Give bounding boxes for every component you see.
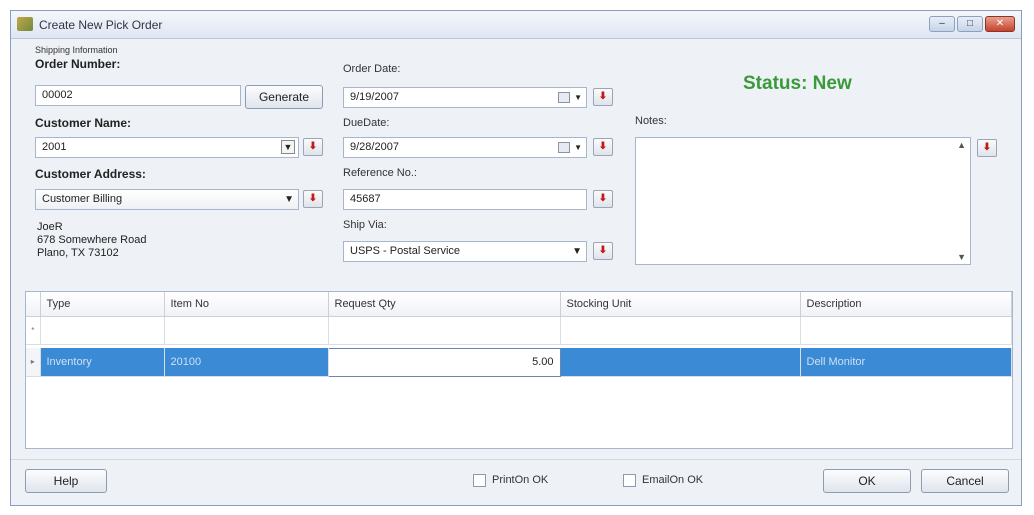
pin-reference-icon[interactable]: ⬇ xyxy=(593,190,613,208)
ok-button[interactable]: OK xyxy=(823,469,911,493)
order-date-picker[interactable]: 9/19/2007 ▼ xyxy=(343,87,587,108)
notes-textarea[interactable]: ▲ ▼ xyxy=(635,137,971,265)
customer-address-block: JoeR 678 Somewhere Road Plano, TX 73102 xyxy=(37,221,146,260)
address-line-name: JoeR xyxy=(37,221,63,233)
cell-description[interactable]: Dell Monitor xyxy=(800,348,1012,377)
print-on-ok-label: PrintOn OK xyxy=(492,474,549,486)
column-header-type[interactable]: Type xyxy=(40,292,165,317)
customer-address-value: Customer Billing xyxy=(42,193,123,205)
pin-customer-address-icon[interactable]: ⬇ xyxy=(303,190,323,208)
status-badge: Status: New xyxy=(743,73,852,94)
notes-label: Notes: xyxy=(635,115,667,127)
table-row[interactable]: ▸ Inventory 20100 5.00 Dell Monitor xyxy=(26,347,1012,377)
maximize-button[interactable]: □ xyxy=(957,16,983,32)
chevron-down-icon[interactable]: ▼ xyxy=(572,242,582,261)
chevron-down-icon[interactable]: ▼ xyxy=(284,190,294,209)
chevron-down-icon[interactable]: ▼ xyxy=(281,140,295,154)
cell-request-qty[interactable]: 5.00 xyxy=(327,347,561,377)
new-row[interactable]: * xyxy=(26,316,1012,345)
scroll-up-icon[interactable]: ▲ xyxy=(957,140,966,150)
customer-name-label: Customer Name: xyxy=(35,116,132,130)
items-grid[interactable]: Type Item No Request Qty Stocking Unit D… xyxy=(25,291,1013,449)
cell-type[interactable]: Inventory xyxy=(40,348,165,377)
print-on-ok-checkbox[interactable] xyxy=(473,474,486,487)
app-icon xyxy=(17,17,33,31)
shipping-info-group-label: Shipping Information xyxy=(35,45,118,55)
reference-input[interactable]: 45687 xyxy=(343,189,587,210)
calendar-icon[interactable] xyxy=(558,92,570,103)
pin-customer-name-icon[interactable]: ⬇ xyxy=(303,138,323,156)
order-date-value: 9/19/2007 xyxy=(350,91,399,103)
customer-name-combo[interactable]: 2001 ▼ xyxy=(35,137,299,158)
address-line-city: Plano, TX 73102 xyxy=(37,247,119,259)
calendar-icon[interactable] xyxy=(558,142,570,153)
table-cell[interactable] xyxy=(560,316,801,345)
pin-due-date-icon[interactable]: ⬇ xyxy=(593,138,613,156)
footer-divider xyxy=(11,459,1021,460)
create-pick-order-dialog: Create New Pick Order – □ ✕ Shipping Inf… xyxy=(10,10,1022,506)
column-header-description[interactable]: Description xyxy=(800,292,1012,317)
close-button[interactable]: ✕ xyxy=(985,16,1015,32)
table-cell[interactable] xyxy=(328,316,561,345)
cancel-button[interactable]: Cancel xyxy=(921,469,1009,493)
table-cell[interactable] xyxy=(164,316,329,345)
table-cell[interactable] xyxy=(40,316,165,345)
column-header-request-qty[interactable]: Request Qty xyxy=(328,292,561,317)
pin-notes-icon[interactable]: ⬇ xyxy=(977,139,997,157)
cell-stocking-unit[interactable] xyxy=(560,348,801,377)
address-line-street: 678 Somewhere Road xyxy=(37,234,147,246)
ship-via-label: Ship Via: xyxy=(343,219,387,231)
chevron-down-icon[interactable]: ▼ xyxy=(574,138,582,157)
customer-address-label: Customer Address: xyxy=(35,167,146,181)
order-number-label: Order Number: xyxy=(35,57,121,71)
reference-label: Reference No.: xyxy=(343,167,417,179)
due-date-label: DueDate: xyxy=(343,117,390,129)
table-cell[interactable] xyxy=(800,316,1012,345)
column-header-stocking-unit[interactable]: Stocking Unit xyxy=(560,292,801,317)
order-number-input[interactable]: 00002 xyxy=(35,85,241,106)
minimize-button[interactable]: – xyxy=(929,16,955,32)
scroll-down-icon[interactable]: ▼ xyxy=(957,252,966,262)
order-date-label: Order Date: xyxy=(343,63,401,75)
customer-name-value: 2001 xyxy=(42,141,67,153)
email-on-ok-label: EmailOn OK xyxy=(642,474,704,486)
customer-address-combo[interactable]: Customer Billing ▼ xyxy=(35,189,299,210)
ship-via-value: USPS - Postal Service xyxy=(350,245,461,257)
new-row-marker: * xyxy=(26,316,41,345)
title-bar: Create New Pick Order – □ ✕ xyxy=(11,11,1021,39)
chevron-down-icon[interactable]: ▼ xyxy=(574,88,582,107)
pin-order-date-icon[interactable]: ⬇ xyxy=(593,88,613,106)
pin-ship-via-icon[interactable]: ⬇ xyxy=(593,242,613,260)
window-title: Create New Pick Order xyxy=(39,18,163,32)
cell-item-no[interactable]: 20100 xyxy=(164,348,329,377)
column-header-item-no[interactable]: Item No xyxy=(164,292,329,317)
current-row-marker: ▸ xyxy=(26,348,41,377)
due-date-picker[interactable]: 9/28/2007 ▼ xyxy=(343,137,587,158)
help-button[interactable]: Help xyxy=(25,469,107,493)
generate-button[interactable]: Generate xyxy=(245,85,323,109)
email-on-ok-checkbox[interactable] xyxy=(623,474,636,487)
row-header-corner xyxy=(26,292,41,317)
due-date-value: 9/28/2007 xyxy=(350,141,399,153)
ship-via-combo[interactable]: USPS - Postal Service ▼ xyxy=(343,241,587,262)
